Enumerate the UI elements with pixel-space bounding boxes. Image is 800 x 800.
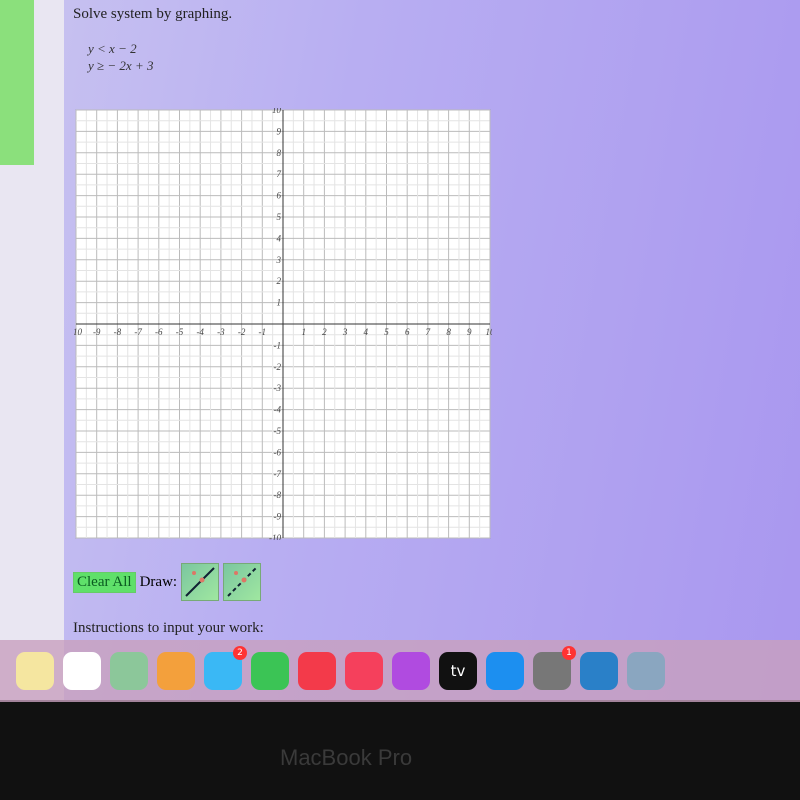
dock-news-icon[interactable] (298, 652, 336, 690)
equation-system: y < x − 2 y ≥ − 2x + 3 (78, 40, 153, 74)
dashed-line-icon (227, 567, 257, 597)
y-tick-label: -4 (274, 405, 282, 415)
dock-podcasts-icon[interactable] (392, 652, 430, 690)
y-tick-label: 9 (277, 126, 282, 136)
y-tick-label: 2 (277, 276, 282, 286)
x-tick-label: 5 (384, 327, 389, 337)
y-tick-label: 3 (276, 255, 282, 265)
x-tick-label: -3 (217, 327, 225, 337)
dock-tv-icon[interactable]: tv (439, 652, 477, 690)
x-tick-label: -7 (134, 327, 142, 337)
x-tick-label: 2 (322, 327, 327, 337)
x-tick-label: 8 (446, 327, 451, 337)
x-tick-label: 7 (426, 327, 431, 337)
y-tick-label: 6 (277, 191, 282, 201)
dock-quicktime-icon[interactable] (580, 652, 618, 690)
instructions-heading: Instructions to input your work: (73, 620, 264, 636)
dock-system-preferences-icon[interactable]: 1 (533, 646, 576, 690)
dock-notes-icon[interactable] (16, 652, 54, 690)
dock-music-icon[interactable] (345, 652, 383, 690)
dock-photos-icon[interactable] (157, 652, 195, 690)
dock-preview-icon[interactable] (627, 652, 665, 690)
y-tick-label: -1 (274, 340, 282, 350)
notification-badge: 2 (233, 646, 247, 660)
dock-maps-icon[interactable] (110, 652, 148, 690)
left-pane (0, 0, 64, 700)
x-tick-label: -2 (238, 327, 246, 337)
x-tick-label: 1 (301, 327, 306, 337)
y-tick-label: -6 (274, 447, 282, 457)
dock-app-store-icon[interactable] (486, 652, 524, 690)
dock: 2 tv 1 (0, 640, 800, 702)
y-tick-label: -8 (274, 490, 282, 500)
x-tick-label: -9 (93, 327, 101, 337)
solid-line-icon (185, 567, 215, 597)
y-tick-label: 10 (272, 108, 282, 115)
screen: Solve system by graphing. y < x − 2 y ≥ … (0, 0, 800, 702)
x-tick-label: -6 (155, 327, 163, 337)
x-tick-label: -10 (74, 327, 82, 337)
dashed-line-tool[interactable] (223, 563, 262, 601)
y-tick-label: -5 (274, 426, 282, 436)
x-tick-label: 6 (405, 327, 410, 337)
equation-1: y < x − 2 (88, 41, 137, 56)
y-tick-label: 1 (277, 298, 282, 308)
y-tick-label: 7 (277, 169, 282, 179)
x-tick-label: -8 (114, 327, 122, 337)
y-tick-label: 5 (277, 212, 282, 222)
equation-2: y ≥ − 2x + 3 (88, 58, 154, 73)
x-tick-label: 4 (364, 327, 369, 337)
y-tick-label: -3 (274, 383, 282, 393)
x-tick-label: 10 (486, 327, 493, 337)
dock-reminders-icon[interactable] (63, 652, 101, 690)
draw-label: Draw: (139, 573, 178, 590)
coordinate-grid[interactable]: -10 -10 -9 -9 -8 -8 -7 -7 -6 -6 -5 -5 -4 -4 -3 -3 -2 -2 -1… (74, 108, 492, 540)
clear-all-button[interactable]: Clear All (73, 571, 136, 593)
y-tick-label: -7 (274, 469, 282, 479)
x-tick-label: -5 (176, 327, 184, 337)
bezel-label: MacBook Pro (280, 745, 413, 770)
controls: Clear All Draw: (73, 563, 262, 601)
x-tick-label: 9 (467, 327, 472, 337)
x-tick-label: -4 (196, 327, 204, 337)
y-tick-label: 4 (277, 233, 282, 243)
notification-badge: 1 (562, 646, 576, 660)
x-tick-label: -1 (259, 327, 267, 337)
x-tick-label: 3 (342, 327, 348, 337)
status-panel (0, 0, 34, 165)
dock-messages-icon[interactable]: 2 (204, 646, 247, 690)
solid-line-tool[interactable] (181, 563, 220, 601)
y-tick-label: -10 (269, 533, 281, 540)
question-prompt: Solve system by graphing. (73, 6, 233, 22)
dock-facetime-icon[interactable] (251, 652, 289, 690)
app-label: tv (450, 662, 466, 680)
y-tick-label: -2 (274, 362, 282, 372)
y-tick-label: -9 (274, 512, 282, 522)
y-tick-label: 8 (277, 148, 282, 158)
